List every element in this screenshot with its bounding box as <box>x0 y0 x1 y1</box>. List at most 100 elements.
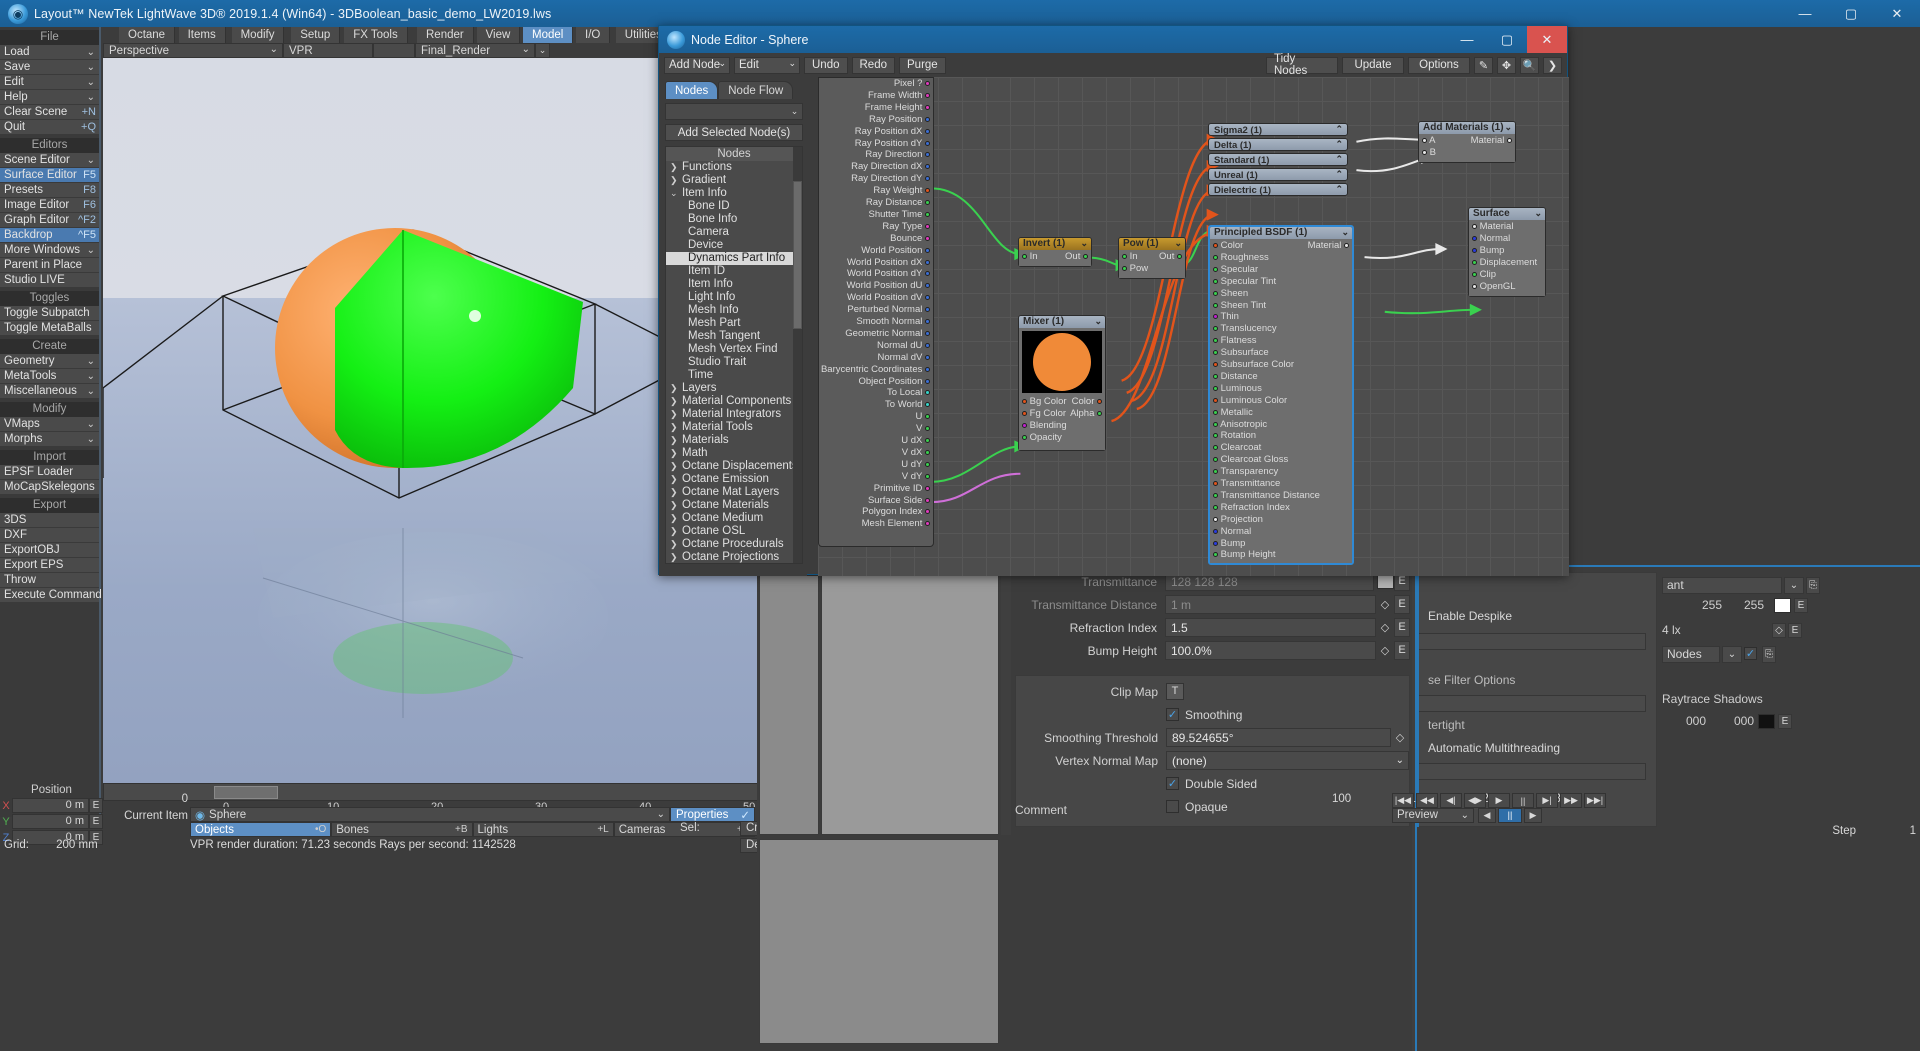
light-color-swatch[interactable] <box>1774 598 1791 613</box>
principled-bsdf-node[interactable]: Principled BSDF (1) ⌄ Color Roughness Spe… <box>1208 225 1354 566</box>
surface-output-node[interactable]: Surface ⌄ Material Normal Bump Displaceme… <box>1468 207 1546 297</box>
node-tree-item-mesh-tangent[interactable]: Mesh Tangent <box>666 330 802 343</box>
transport-buttons[interactable]: |◀◀ ◀◀ ◀| ◀▶ ▶ || ▶| ▶▶ ▶▶| <box>1392 793 1920 808</box>
output-port-material[interactable]: Material <box>1308 240 1349 252</box>
chevron-right-icon[interactable]: ❯ <box>670 382 678 395</box>
port-dot[interactable] <box>1344 243 1349 248</box>
node-editor-toolbar[interactable]: Add Node ⌄ Edit ⌄ Undo Redo Purge Tidy N… <box>659 53 1567 77</box>
sidebar-item-exportobj[interactable]: ExportOBJ <box>0 543 99 558</box>
chevron-right-icon[interactable]: ❯ <box>670 512 678 525</box>
left-sidebar[interactable]: File Load ⌄ Save ⌄ Edit ⌄ Help ⌄ Clear Scene +N Qui… <box>0 27 102 817</box>
port-dot[interactable] <box>925 247 930 253</box>
port-dot[interactable] <box>925 92 930 98</box>
node-tree-item-octane-procedurals[interactable]: ❯ Octane Procedurals <box>666 538 802 551</box>
port-dot[interactable] <box>925 461 930 467</box>
sidebar-item-scene-editor[interactable]: Scene Editor ⌄ <box>0 153 99 168</box>
move-icon[interactable]: ✥ <box>1497 56 1516 74</box>
mixer-node[interactable]: Mixer (1) ⌄ Bg Color Fg Color Blending Op… <box>1018 315 1106 451</box>
node-tree-scrollbar-thumb[interactable] <box>793 181 802 329</box>
filter-options-dropdown[interactable] <box>1418 695 1646 712</box>
output-port-color[interactable]: Color <box>1072 396 1102 408</box>
light-type-caret[interactable]: ⌄ <box>1784 577 1804 594</box>
properties-tab[interactable]: Properties ✓ <box>670 807 755 822</box>
view-mode-dropdown[interactable]: Perspective ⌄ <box>103 43 283 58</box>
shadow-color-e[interactable]: E <box>1778 714 1792 729</box>
input-port-metallic[interactable]: Metallic <box>1213 407 1253 419</box>
chevron-down-icon[interactable]: ⌄ <box>1504 121 1512 133</box>
light-properties-column[interactable]: ant ⌄ ⎘ 255 255 E 4 lx ◇ E Nodes ⌄ ✓ ⎘ R… <box>1662 572 1920 747</box>
node-tree-item-camera[interactable]: Camera <box>666 226 802 239</box>
input-port-flatness[interactable]: Flatness <box>1213 335 1257 347</box>
port-dot[interactable] <box>925 211 930 217</box>
port-dot[interactable] <box>925 259 930 265</box>
output-port-u-dy[interactable]: U dY <box>901 459 930 471</box>
copy-icon[interactable]: ⎘ <box>1806 577 1820 594</box>
node-tree-item-mesh-vertex-find[interactable]: Mesh Vertex Find <box>666 343 802 356</box>
chevron-right-icon[interactable]: ❯ <box>670 395 678 408</box>
options-button[interactable]: Options <box>1408 56 1470 74</box>
output-port-frame-height[interactable]: Frame Height <box>865 102 930 114</box>
property-color-swatch[interactable] <box>1377 574 1394 589</box>
light-intensity-e[interactable]: E <box>1788 623 1802 638</box>
chevron-down-icon[interactable]: ⌄ <box>1534 207 1542 219</box>
chevron-right-icon[interactable]: ❯ <box>670 499 678 512</box>
input-port-in[interactable]: In <box>1122 251 1138 263</box>
chevron-right-icon[interactable]: ❯ <box>670 174 678 187</box>
pow-node[interactable]: Pow (1) ⌄ In Pow Out <box>1118 237 1186 279</box>
transport-button-6[interactable]: ▶| <box>1536 793 1558 808</box>
node-tree-item-layers[interactable]: ❯ Layers <box>666 382 802 395</box>
input-port-luminous-color[interactable]: Luminous Color <box>1213 395 1287 407</box>
port-dot[interactable] <box>1097 399 1102 404</box>
input-port-material[interactable]: Material <box>1472 221 1513 233</box>
surface-properties[interactable]: Transmittance 128 128 128 E Transmittance D… <box>1015 572 1410 664</box>
invert-node[interactable]: Invert (1) ⌄ In Out <box>1018 237 1092 267</box>
output-port-to-local[interactable]: To Local <box>887 387 930 399</box>
port-dot[interactable] <box>925 330 930 336</box>
input-port-distance[interactable]: Distance <box>1213 371 1258 383</box>
output-port-world-position-dy[interactable]: World Position dY <box>847 268 930 280</box>
port-dot[interactable] <box>925 295 930 301</box>
input-port-transmittance[interactable]: Transmittance <box>1213 478 1280 490</box>
input-port-pow[interactable]: Pow <box>1122 263 1148 275</box>
output-port-ray-distance[interactable]: Ray Distance <box>866 197 930 209</box>
chevron-right-icon[interactable]: ❯ <box>670 473 678 486</box>
node-library-pane[interactable]: Nodes Node Flow ⌄ Add Selected Node(s) No… <box>659 77 807 576</box>
menu-tab-view[interactable]: View <box>476 27 521 43</box>
input-port-thin[interactable]: Thin <box>1213 311 1239 323</box>
input-port-normal[interactable]: Normal <box>1213 526 1251 538</box>
input-port-subsurface-color[interactable]: Subsurface Color <box>1213 359 1294 371</box>
preview-dropdown[interactable]: Preview ⌄ <box>1392 808 1474 823</box>
sidebar-item-graph-editor[interactable]: Graph Editor ^F2 <box>0 213 99 228</box>
port-dot[interactable] <box>925 164 930 170</box>
sidebar-item-image-editor[interactable]: Image Editor F6 <box>0 198 99 213</box>
sidebar-item-backdrop[interactable]: Backdrop ^F5 <box>0 228 99 243</box>
input-port-specular[interactable]: Specular <box>1213 264 1258 276</box>
output-port-ray-direction[interactable]: Ray Direction <box>865 149 930 161</box>
input-port-a[interactable]: A <box>1422 135 1435 147</box>
node-tree-item-octane-emission[interactable]: ❯ Octane Emission <box>666 473 802 486</box>
sidebar-item-help[interactable]: Help ⌄ <box>0 90 99 105</box>
node-editor-window[interactable]: Node Editor - Sphere — ▢ ✕ Add Node ⌄ Ed… <box>658 25 1569 576</box>
clip-map-row[interactable]: Clip Map T <box>1016 682 1409 701</box>
port-dot[interactable] <box>925 473 930 479</box>
node-editor-maximize-button[interactable]: ▢ <box>1487 26 1527 53</box>
redo-button[interactable]: Redo <box>851 56 895 74</box>
output-port-world-position-du[interactable]: World Position dU <box>847 280 930 292</box>
output-port-surface-side[interactable]: Surface Side <box>868 495 930 507</box>
port-dot[interactable] <box>925 509 930 515</box>
transport-button-0[interactable]: |◀◀ <box>1392 793 1414 808</box>
envelope-icon-a[interactable]: ◇ <box>1391 731 1409 744</box>
node-tree-item-math[interactable]: ❯ Math <box>666 447 802 460</box>
input-port-color[interactable]: Color <box>1213 240 1243 252</box>
input-port-projection[interactable]: Projection <box>1213 514 1263 526</box>
node-tree-scrollbar[interactable] <box>793 147 802 563</box>
output-port-ray-direction-dy[interactable]: Ray Direction dY <box>851 173 930 185</box>
render-mode-dropdown[interactable]: VPR <box>283 43 373 58</box>
purge-button[interactable]: Purge <box>899 56 946 74</box>
input-port-opacity[interactable]: Opacity <box>1022 432 1062 444</box>
port-dot[interactable] <box>925 438 930 443</box>
port-dot[interactable] <box>925 200 930 205</box>
output-port-barycentric-coordinates[interactable]: Barycentric Coordinates <box>821 364 930 376</box>
chevron-right-icon[interactable]: ❯ <box>670 538 678 551</box>
input-port-roughness[interactable]: Roughness <box>1213 252 1269 264</box>
